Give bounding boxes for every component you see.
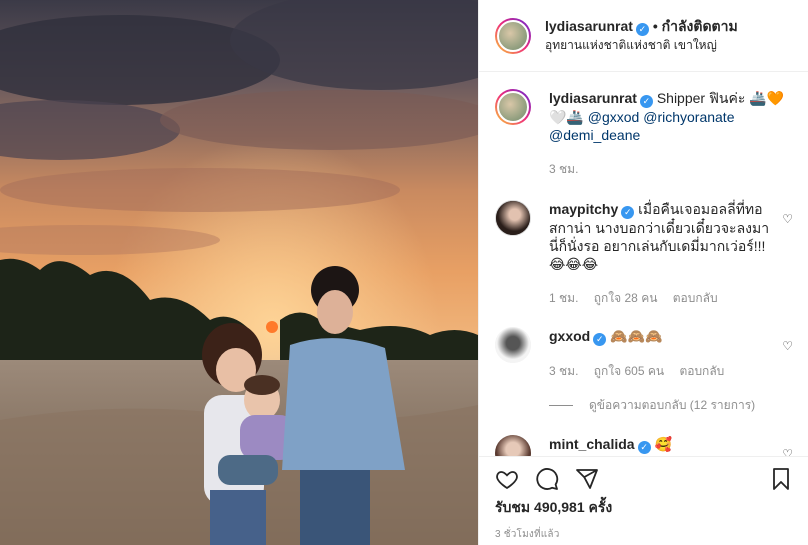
mention-link[interactable]: @gxxod	[588, 109, 640, 125]
post-actions: รับชม 490,981 ครั้ง 3 ชั่วโมงที่แล้ว	[479, 456, 808, 542]
comment-icon[interactable]	[535, 467, 559, 491]
caption-emoji: 🤍🚢	[549, 109, 588, 125]
comment-text: 🙈🙈🙈	[606, 328, 663, 344]
comment-age[interactable]: 1 ชม.	[549, 291, 578, 305]
author-username[interactable]: lydiasarunrat	[545, 18, 633, 34]
caption-avatar[interactable]	[495, 89, 531, 125]
mention-link[interactable]: @demi_deane	[549, 127, 640, 143]
view-replies-label: ดูข้อความตอบกลับ (12 รายการ)	[589, 398, 756, 412]
post-side-panel: lydiasarunrat ✓ • กำลังติดตาม อุทยานแห่งช…	[478, 0, 808, 545]
comment-row: mint_chalida ✓ 🥰 ♡	[495, 435, 793, 456]
comment-avatar[interactable]	[495, 200, 531, 236]
post-header: lydiasarunrat ✓ • กำลังติดตาม อุทยานแห่งช…	[479, 0, 808, 72]
author-avatar[interactable]	[495, 17, 531, 54]
verified-badge-icon: ✓	[639, 95, 653, 108]
post-photo	[0, 0, 478, 545]
caption: lydiasarunrat ✓ Shipper ฟินค่ะ 🚢🧡 🤍🚢 @gxx…	[495, 89, 793, 178]
comment-likes[interactable]: ถูกใจ 28 คน	[594, 291, 658, 305]
replies-divider	[549, 405, 573, 406]
mention-link[interactable]: @richyoranate	[643, 109, 734, 125]
verified-badge-icon: ✓	[637, 441, 651, 454]
caption-username[interactable]: lydiasarunrat	[549, 90, 637, 106]
view-replies-button[interactable]: ดูข้อความตอบกลับ (12 รายการ)	[549, 396, 793, 415]
comments-list: lydiasarunrat ✓ Shipper ฟินค่ะ 🚢🧡 🤍🚢 @gxx…	[479, 73, 808, 456]
share-icon[interactable]	[575, 467, 599, 491]
verified-badge-icon: ✓	[635, 23, 649, 36]
bookmark-icon[interactable]	[769, 467, 793, 491]
caption-text: Shipper ฟินค่ะ 🚢🧡	[652, 90, 785, 106]
reply-button[interactable]: ตอบกลับ	[673, 291, 718, 305]
heart-icon[interactable]	[495, 467, 519, 491]
follow-status[interactable]: • กำลังติดตาม	[653, 18, 738, 34]
view-count[interactable]: รับชม 490,981 ครั้ง	[495, 497, 793, 519]
comment-row: gxxod ✓ 🙈🙈🙈 3 ชม. ถูกใจ 605 คน ตอบกลับ ♡	[495, 327, 793, 380]
verified-badge-icon: ✓	[593, 333, 607, 346]
reply-button[interactable]: ตอบกลับ	[679, 364, 724, 378]
post-timestamp[interactable]: 3 ชั่วโมงที่แล้ว	[495, 527, 793, 542]
comment-like-heart-icon[interactable]: ♡	[782, 447, 793, 456]
comment-likes[interactable]: ถูกใจ 605 คน	[594, 364, 664, 378]
comment-username[interactable]: mint_chalida	[549, 436, 635, 452]
post-location[interactable]: อุทยานแห่งชาติแห่งชาติ เขาใหญ่	[545, 36, 738, 54]
comment-row: maypitchy ✓ เมื่อคืนเจอมอลลี่ที่ทอสกาน่า …	[495, 200, 793, 307]
comment-like-heart-icon[interactable]: ♡	[782, 212, 793, 226]
comment-avatar[interactable]	[495, 435, 531, 456]
comment-text: 🥰	[650, 436, 672, 452]
comment-username[interactable]: maypitchy	[549, 201, 618, 217]
comment-age[interactable]: 3 ชม.	[549, 364, 578, 378]
verified-badge-icon: ✓	[621, 206, 635, 219]
comment-username[interactable]: gxxod	[549, 328, 590, 344]
comment-avatar[interactable]	[495, 327, 531, 363]
comment-like-heart-icon[interactable]: ♡	[782, 339, 793, 353]
post-media[interactable]	[0, 0, 478, 545]
caption-age[interactable]: 3 ชม.	[549, 162, 578, 176]
